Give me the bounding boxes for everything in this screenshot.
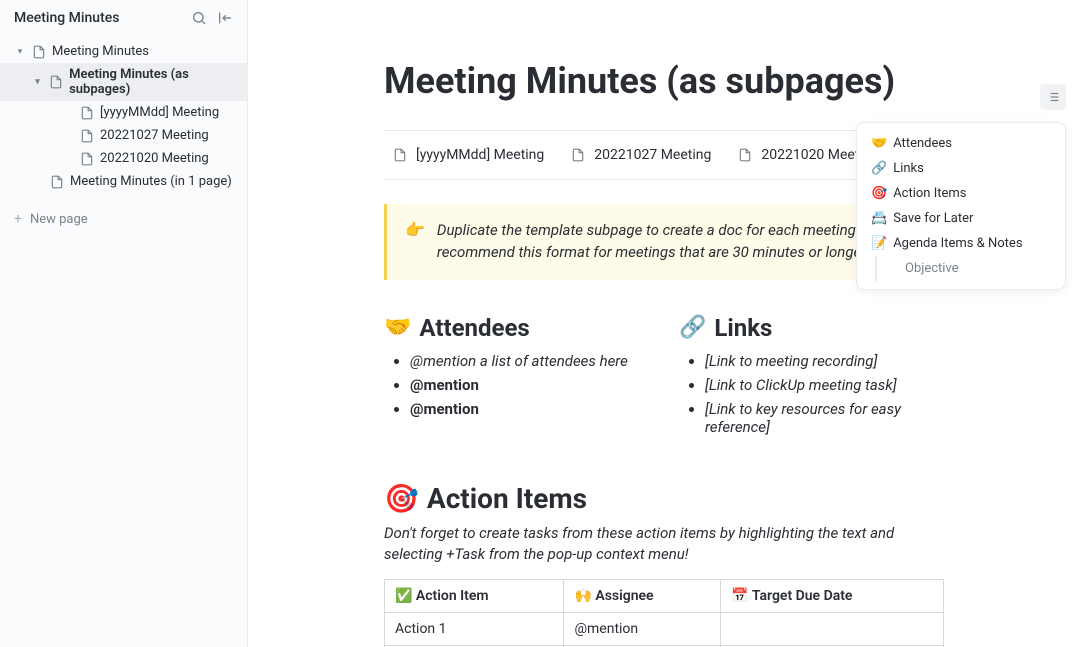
sidebar-item-label: Meeting Minutes (in 1 page) [70,174,232,189]
outline-item[interactable]: 📇 Save for Later [857,206,1065,231]
list-item: @mention [410,376,649,394]
page-icon [80,152,94,166]
caret-icon [62,107,74,119]
tab-label: [yyyyMMdd] Meeting [416,147,544,163]
new-page-button[interactable]: + New page [0,205,247,233]
table-cell[interactable]: @mention [564,612,721,645]
page-icon [392,147,408,163]
action-heading: Action Items [427,482,587,515]
caret-icon [62,130,74,142]
page-icon [80,106,94,120]
sidebar-item[interactable]: [yyyyMMdd] Meeting [0,101,247,124]
handshake-icon: 🤝 [384,315,411,340]
outline-item[interactable]: 🤝 Attendees [857,131,1065,156]
page-icon [32,45,46,59]
sidebar: Meeting Minutes ▾ Meeting Minutes ▾ Meeting… [0,0,248,647]
page-icon [80,129,94,143]
outline-emoji: 🎯 [871,186,887,201]
target-icon: 🎯 [384,482,419,515]
page-tree: ▾ Meeting Minutes ▾ Meeting Minutes (as sub… [0,36,247,197]
list-item: [Link to key resources for easy referenc… [705,400,944,436]
action-desc: Don't forget to create tasks from these … [384,523,944,565]
sidebar-item-label: Meeting Minutes (as subpages) [69,67,239,97]
sidebar-title: Meeting Minutes [14,10,119,26]
page-icon [49,75,63,89]
tab-label: 20221027 Meeting [594,147,711,163]
outline-label: Agenda Items & Notes [893,236,1022,251]
outline-label: Action Items [893,186,966,201]
link-icon: 🔗 [679,315,706,340]
sidebar-item[interactable]: 20221027 Meeting [0,124,247,147]
pointer-icon: 👉 [405,220,425,264]
outline-item[interactable]: 🎯 Action Items [857,181,1065,206]
new-page-label: New page [30,212,88,227]
page-icon [737,147,753,163]
caret-icon [62,153,74,165]
sidebar-item-label: Meeting Minutes [52,44,149,59]
page-icon [570,147,586,163]
toc-toggle-button[interactable] [1040,84,1066,110]
table-header: 📅 Target Due Date [721,579,944,612]
caret-icon [32,176,44,188]
sidebar-header: Meeting Minutes [0,0,247,36]
list-item: [Link to ClickUp meeting task] [705,376,944,394]
sidebar-item-label: 20221027 Meeting [100,128,209,143]
outline-label: Links [893,161,924,176]
outline-emoji: 📇 [871,211,887,226]
list-item: @mention a list of attendees here [410,352,649,370]
outline-panel: 🤝 Attendees 🔗 Links 🎯 Action Items 📇 Save for L… [856,122,1066,290]
outline-label: Objective [905,261,959,276]
outline-label: Save for Later [893,211,973,226]
outline-emoji: 🤝 [871,136,887,151]
sidebar-item-label: 20221020 Meeting [100,151,209,166]
sidebar-item-label: [yyyyMMdd] Meeting [100,105,219,120]
attendees-heading: Attendees [419,314,529,342]
links-section: 🔗 Links [Link to meeting recording] [Link… [679,314,944,442]
subpage-tab[interactable]: 20221027 Meeting [562,143,719,167]
plus-icon: + [14,211,22,227]
caret-icon: ▾ [32,76,43,88]
outline-item[interactable]: 🔗 Links [857,156,1065,181]
callout-text: Duplicate the template subpage to create… [437,220,926,264]
links-heading: Links [714,314,772,342]
page-title: Meeting Minutes (as subpages) [384,60,944,102]
table-header: ✅ Action Item [385,579,564,612]
page-icon [50,175,64,189]
collapse-icon[interactable] [217,10,233,26]
search-icon[interactable] [191,10,207,26]
list-item: [Link to meeting recording] [705,352,944,370]
outline-emoji: 🔗 [871,161,887,176]
sidebar-item[interactable]: 20221020 Meeting [0,147,247,170]
sidebar-item[interactable]: Meeting Minutes (in 1 page) [0,170,247,193]
main-content: 🤝Attendees🔗Links🎯Action Items📇Save for L… [248,0,1080,647]
list-item: @mention [410,400,649,418]
attendees-section: 🤝 Attendees @mention a list of attendees… [384,314,649,442]
action-items-table: ✅ Action Item🙌 Assignee📅 Target Due Date… [384,579,944,647]
caret-icon: ▾ [14,46,26,58]
table-cell[interactable]: Action 1 [385,612,564,645]
subpage-tab[interactable]: [yyyyMMdd] Meeting [384,143,552,167]
outline-item[interactable]: 📝 Agenda Items & Notes [857,231,1065,256]
outline-label: Attendees [893,136,952,151]
table-cell[interactable] [721,612,944,645]
outline-emoji: 📝 [871,236,887,251]
table-row: Action 1@mention [385,612,944,645]
table-header: 🙌 Assignee [564,579,721,612]
sidebar-item[interactable]: ▾ Meeting Minutes [0,40,247,63]
sidebar-item[interactable]: ▾ Meeting Minutes (as subpages) [0,63,247,101]
outline-item[interactable]: Objective [875,256,1065,281]
